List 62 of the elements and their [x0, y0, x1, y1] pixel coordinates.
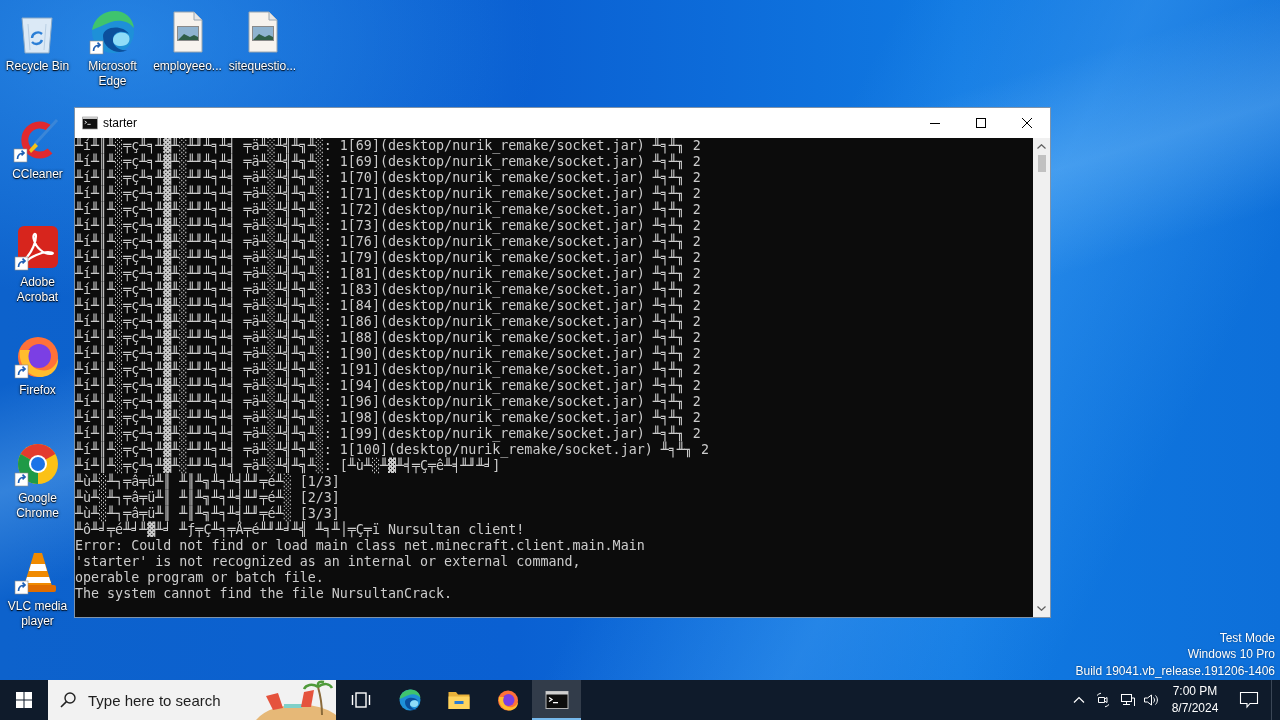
console-line: operable program or batch file.	[75, 570, 324, 586]
console-line: ╨ù╨░╨┐╤â╤ü╨║ ╨║╨╗╨╕╨╡╨╜╤é╨░ [3/3]	[75, 506, 340, 522]
console-line: ╨í╨║╨░╤ç╨╕╨▓╨░╨╜╨╕╨╡ ╤ä╨░╨╣╨╗╨░: 1[99](desktop/nurik_remake/socket.jar) ╨╕╨╖ 2	[75, 426, 701, 442]
console-line: ╨í╨║╨░╤ç╨╕╨▓╨░╨╜╨╕╨╡ ╤ä╨░╨╣╨╗╨░: 1[70](desktop/nurik_remake/socket.jar) ╨╕╨╖ 2	[75, 170, 701, 186]
console-line: ╨í╨║╨░╤ç╨╕╨▓╨░╨╜╨╕╨╡ ╤ä╨░╨╣╨╗╨░: 1[76](desktop/nurik_remake/socket.jar) ╨╕╨╖ 2	[75, 234, 701, 250]
desktop-notice-text: Build 19041.vb_release.191206-1406	[1075, 662, 1275, 679]
search-box[interactable]: Type here to search	[48, 680, 336, 720]
desktop-shortcut[interactable]: Recycle Bin	[5, 8, 70, 74]
maximize-icon	[976, 118, 986, 128]
scrollbar[interactable]	[1033, 138, 1050, 617]
close-icon	[1022, 118, 1032, 128]
desktop-shortcut[interactable]: Microsoft Edge	[75, 8, 150, 89]
console-line: ╨í╨║╨░╤ç╨╕╨▓╨░╨╜╨╕╨╡ ╤ä╨░╨╣╨╗╨░: 1[84](desktop/nurik_remake/socket.jar) ╨╕╨╖ 2	[75, 298, 701, 314]
console-line: ╨í╨║╨░╤ç╨╕╨▓╨░╨╜╨╕╨╡ ╤ä╨░╨╣╨╗╨░: 1[88](desktop/nurik_remake/socket.jar) ╨╕╨╖ 2	[75, 330, 701, 346]
network-icon[interactable]	[1119, 692, 1135, 708]
taskbar-clock[interactable]: 7:00 PM 8/7/2024	[1163, 680, 1227, 720]
console-line: ╨í╨║╨░╤ç╨╕╨▓╨░╨╜╨╕╨╡ ╤ä╨░╨╣╨╗╨░: 1[96](desktop/nurik_remake/socket.jar) ╨╕╨╖ 2	[75, 394, 701, 410]
desktop-shortcut[interactable]: employeeo...	[153, 8, 222, 74]
desktop-notice-text: Windows 10 Pro	[1187, 646, 1275, 663]
console-line: ╨ù╨░╨┐╤â╤ü╨║ ╨║╨╗╨╕╨╡╨╜╤é╨░ [1/3]	[75, 474, 340, 490]
console-line: ╨í╨║╨░╤ç╨╕╨▓╨░╨╜╨╕╨╡ ╤ä╨░╨╣╨╗╨░: 1[72](desktop/nurik_remake/socket.jar) ╨╕╨╖ 2	[75, 202, 701, 218]
console-line: Error: Could not find or load main class net.minecraft.client.main.Main	[75, 538, 645, 554]
console-line: ╨í╨║╨░╤ç╨╕╨▓╨░╨╜╨╕╨╡ ╤ä╨░╨╣╨╗╨░: 1[90](desktop/nurik_remake/socket.jar) ╨╕╨╖ 2	[75, 346, 701, 362]
firefox-icon	[495, 688, 520, 712]
search-icon	[60, 692, 76, 708]
desktop-shortcut[interactable]: Firefox	[13, 332, 62, 398]
console-icon	[82, 115, 98, 131]
console-icon	[544, 688, 569, 712]
desktop-shortcut[interactable]: VLC media player	[0, 548, 75, 629]
console-line: ╨í╨║╨░╤ç╨╕╨▓╨░╨╜╨╕╨╡ ╤ä╨░╨╣╨╗╨░: 1[73](desktop/nurik_remake/socket.jar) ╨╕╨╖ 2	[75, 218, 701, 234]
console-line: 'starter' is not recognized as an internal or external command,	[75, 554, 581, 570]
console-line: ╨í╨║╨░╤ç╨╕╨▓╨░╨╜╨╕╨╡ ╤ä╨░╨╣╨╗╨░: [╨ù╨░╨▓╨╡╤Ç╤ê╨╡╨╜╨╛]	[75, 458, 501, 474]
console-line: ╨ô╨╛╤é╨╛╨▓╨╛ ╨ƒ╤Ç╨╕╤Å╤é╨╜╨╛╨╣ ╨╕╨│╤Ç╤ï Nursultan client!	[75, 522, 525, 538]
console-line: ╨í╨║╨░╤ç╨╕╨▓╨░╨╜╨╕╨╡ ╤ä╨░╨╣╨╗╨░: 1[79](desktop/nurik_remake/socket.jar) ╨╕╨╖ 2	[75, 250, 701, 266]
edge-browser-icon	[397, 688, 422, 712]
search-field[interactable]: Type here to search	[88, 689, 256, 711]
desktop-notice-text: Test Mode	[1219, 629, 1275, 646]
desktop-shortcut[interactable]: Adobe Acrobat	[0, 224, 75, 305]
windows-logo-icon	[16, 692, 32, 708]
console-line: ╨í╨║╨░╤ç╨╕╨▓╨░╨╜╨╕╨╡ ╤ä╨░╨╣╨╗╨░: 1[98](desktop/nurik_remake/socket.jar) ╨╕╨╖ 2	[75, 410, 701, 426]
console-line: ╨í╨║╨░╤ç╨╕╨▓╨░╨╜╨╕╨╡ ╤ä╨░╨╣╨╗╨░: 1[71](desktop/nurik_remake/socket.jar) ╨╕╨╖ 2	[75, 186, 701, 202]
taskbar-app-button[interactable]	[532, 680, 581, 720]
console-line: ╨í╨║╨░╤ç╨╕╨▓╨░╨╜╨╕╨╡ ╤ä╨░╨╣╨╗╨░: 1[69](desktop/nurik_remake/socket.jar) ╨╕╨╖ 2	[75, 154, 701, 170]
console-line: The system cannot find the file NursultanCrack.	[75, 586, 453, 602]
console-line: ╨í╨║╨░╤ç╨╕╨▓╨░╨╜╨╕╨╡ ╤ä╨░╨╣╨╗╨░: 1[83](desktop/nurik_remake/socket.jar) ╨╕╨╖ 2	[75, 282, 701, 298]
window-title: starter	[103, 116, 137, 130]
scroll-down-icon[interactable]	[1037, 606, 1046, 611]
scroll-up-icon[interactable]	[1037, 144, 1046, 149]
console-line: ╨í╨║╨░╤ç╨╕╨▓╨░╨╜╨╕╨╡ ╤ä╨░╨╣╨╗╨░: 1[91](desktop/nurik_remake/socket.jar) ╨╕╨╖ 2	[75, 362, 701, 378]
console-line: ╨í╨║╨░╤ç╨╕╨▓╨░╨╜╨╕╨╡ ╤ä╨░╨╣╨╗╨░: 1[100](desktop/nurik_remake/socket.jar) ╨╕╨╖ 2	[75, 442, 709, 458]
volume-icon[interactable]	[1143, 692, 1159, 708]
camera-icon[interactable]	[1095, 692, 1111, 708]
console-line: ╨í╨║╨░╤ç╨╕╨▓╨░╨╜╨╕╨╡ ╤ä╨░╨╣╨╗╨░: 1[86](desktop/nurik_remake/socket.jar) ╨╕╨╖ 2	[75, 314, 701, 330]
desktop-shortcut[interactable]: Google Chrome	[0, 440, 75, 521]
notification-icon	[1239, 691, 1259, 709]
console-line: ╨í╨║╨░╤ç╨╕╨▓╨░╨╜╨╕╨╡ ╤ä╨░╨╣╨╗╨░: 1[94](desktop/nurik_remake/socket.jar) ╨╕╨╖ 2	[75, 378, 701, 394]
console-line: ╨ù╨░╨┐╤â╤ü╨║ ╨║╨╗╨╕╨╡╨╜╤é╨░ [2/3]	[75, 490, 340, 506]
console-line: ╨í╨║╨░╤ç╨╕╨▓╨░╨╜╨╕╨╡ ╤ä╨░╨╣╨╗╨░: 1[81](desktop/nurik_remake/socket.jar) ╨╕╨╖ 2	[75, 266, 701, 282]
scrollbar-thumb[interactable]	[1037, 155, 1046, 172]
desktop-shortcut[interactable]: sitequestio...	[228, 8, 297, 74]
desktop-shortcut[interactable]: CCleaner	[12, 116, 63, 182]
console-line: ╨í╨║╨░╤ç╨╕╨▓╨░╨╜╨╕╨╡ ╤ä╨░╨╣╨╗╨░: 1[69](desktop/nurik_remake/socket.jar) ╨╕╨╖ 2	[75, 138, 701, 154]
